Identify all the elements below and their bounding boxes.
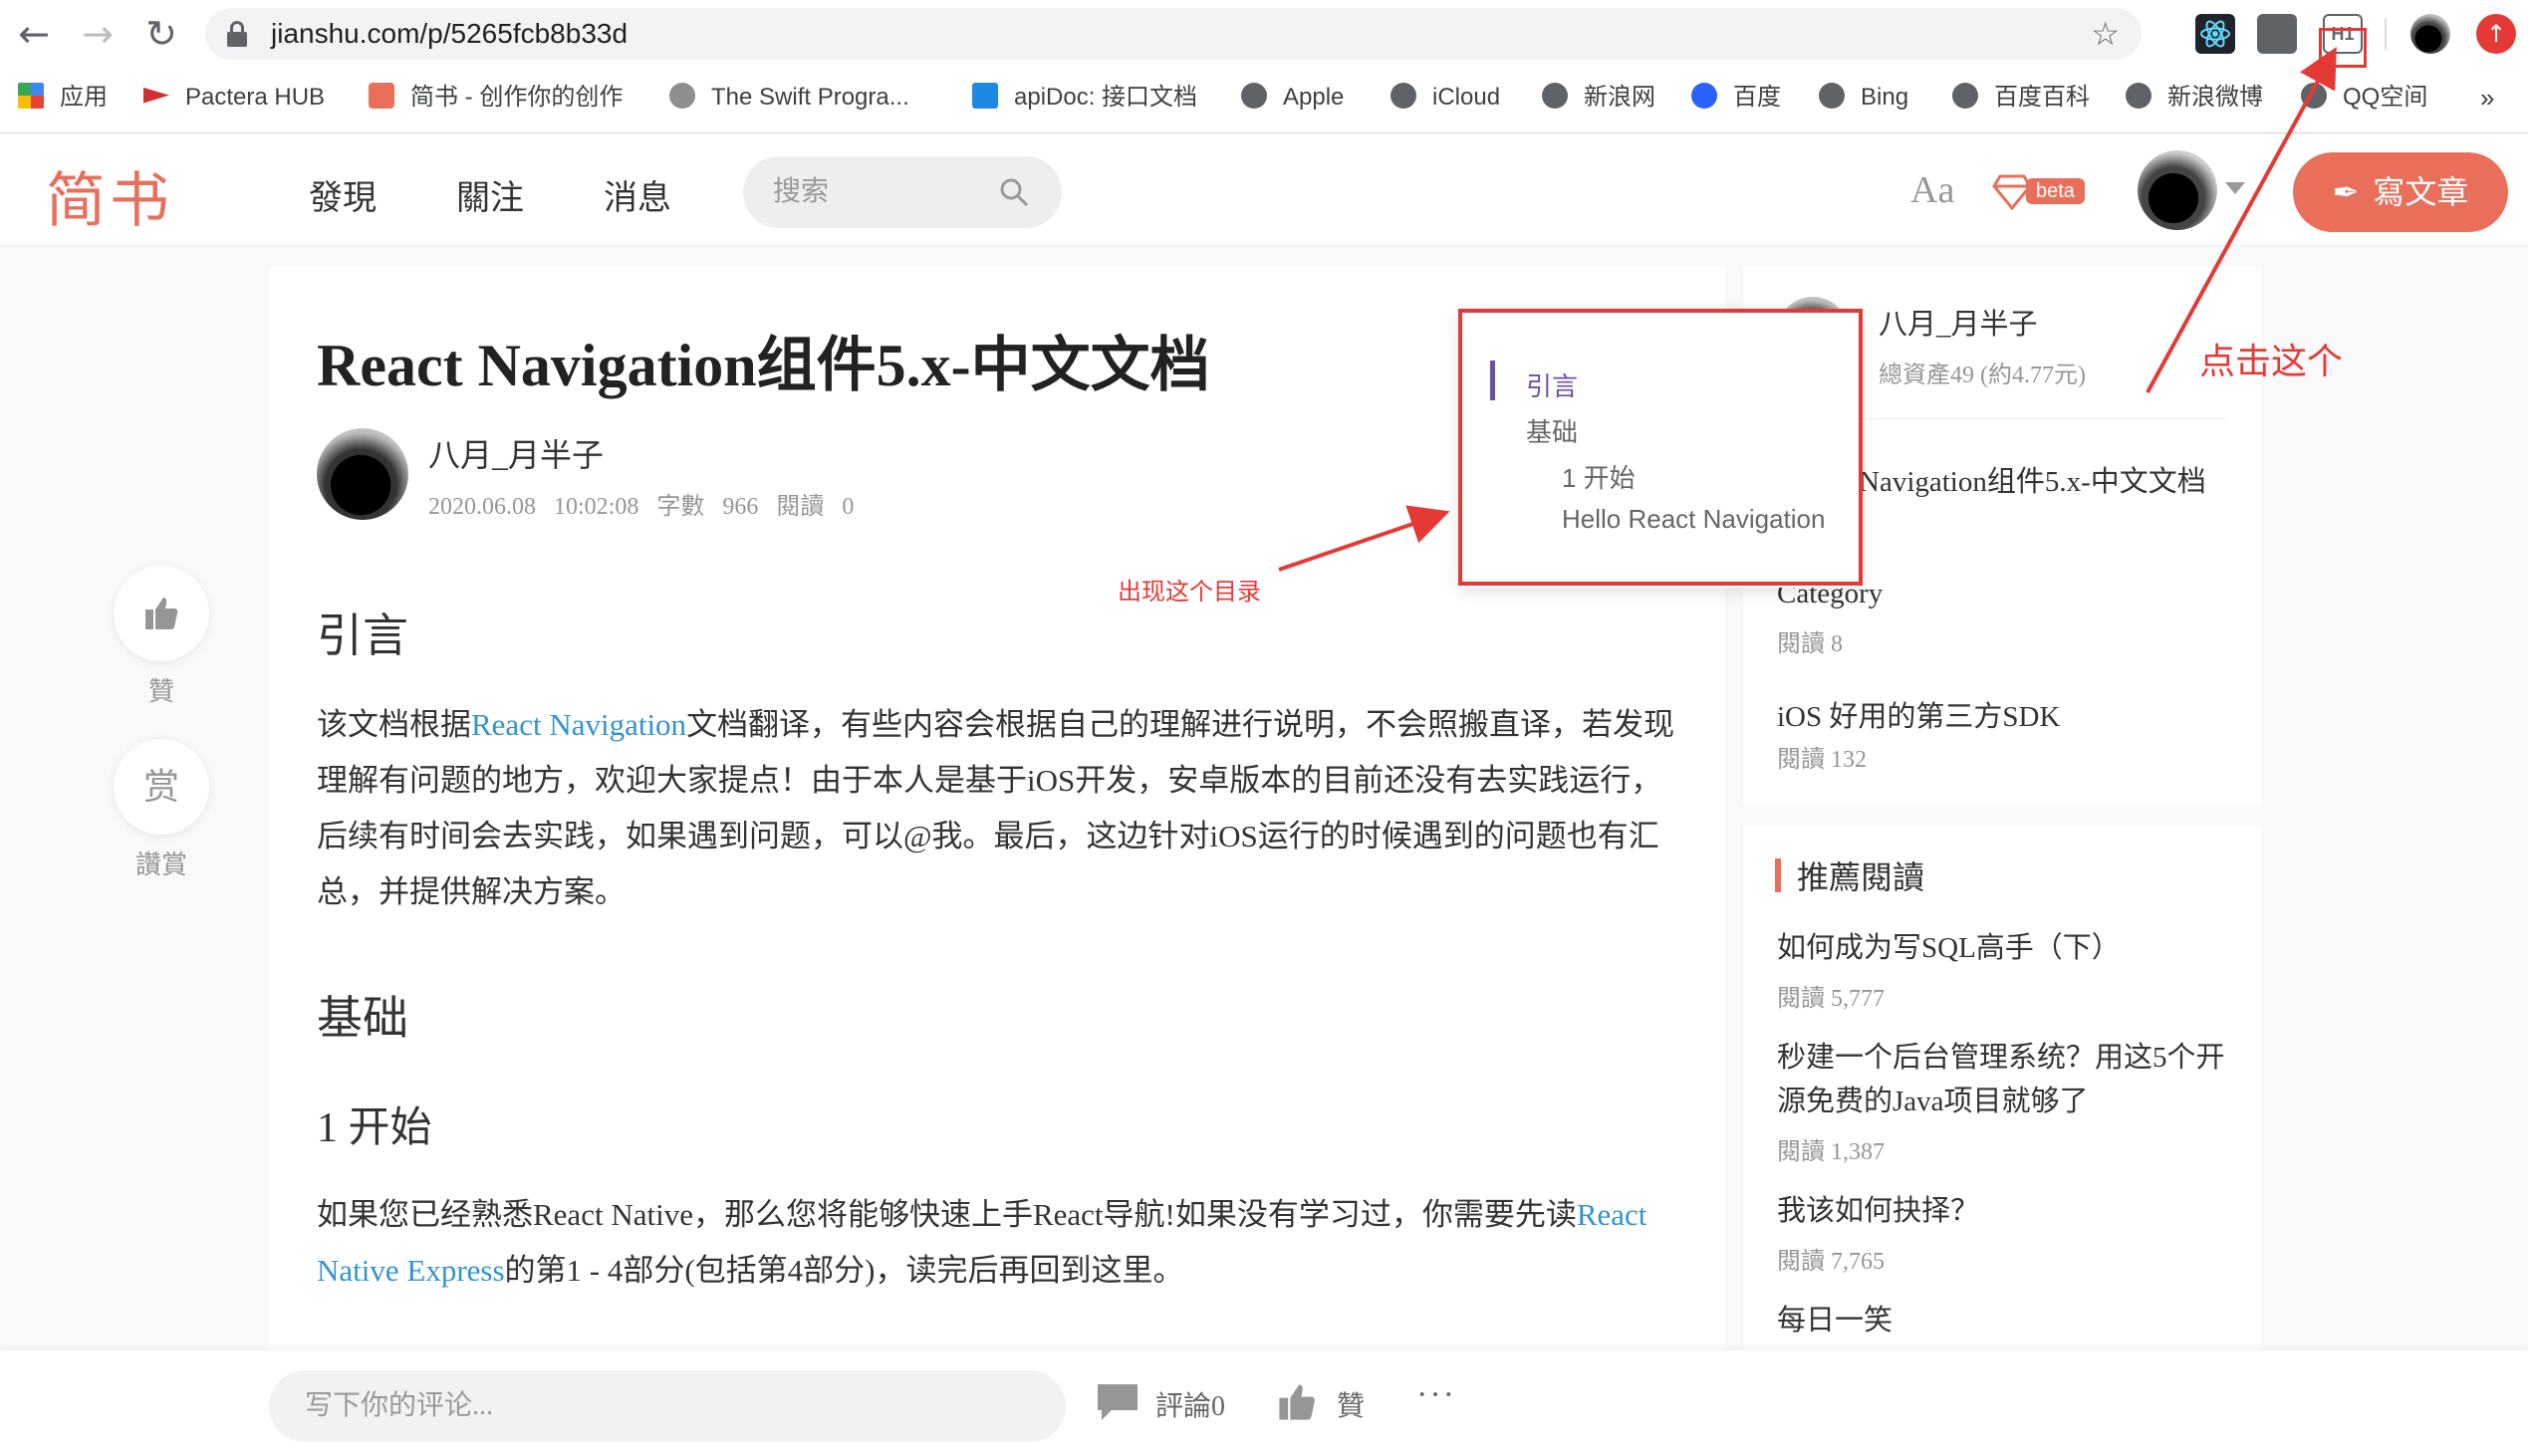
like-button-label[interactable]: 贊 bbox=[1337, 1384, 1365, 1424]
annotation-arrow bbox=[2146, 46, 2337, 393]
annotation-arrow bbox=[1278, 505, 1450, 572]
more-icon[interactable]: ··· bbox=[1416, 1376, 1456, 1414]
annotation-arrows bbox=[1278, 46, 2337, 572]
comment-count[interactable]: 評論0 bbox=[1155, 1384, 1225, 1424]
bottom-action-bar: 評論0 贊 ··· bbox=[0, 1350, 2528, 1456]
thumbs-up-icon[interactable] bbox=[1275, 1380, 1319, 1424]
comment-icon[interactable] bbox=[1096, 1382, 1139, 1422]
comment-input[interactable] bbox=[269, 1370, 1066, 1442]
